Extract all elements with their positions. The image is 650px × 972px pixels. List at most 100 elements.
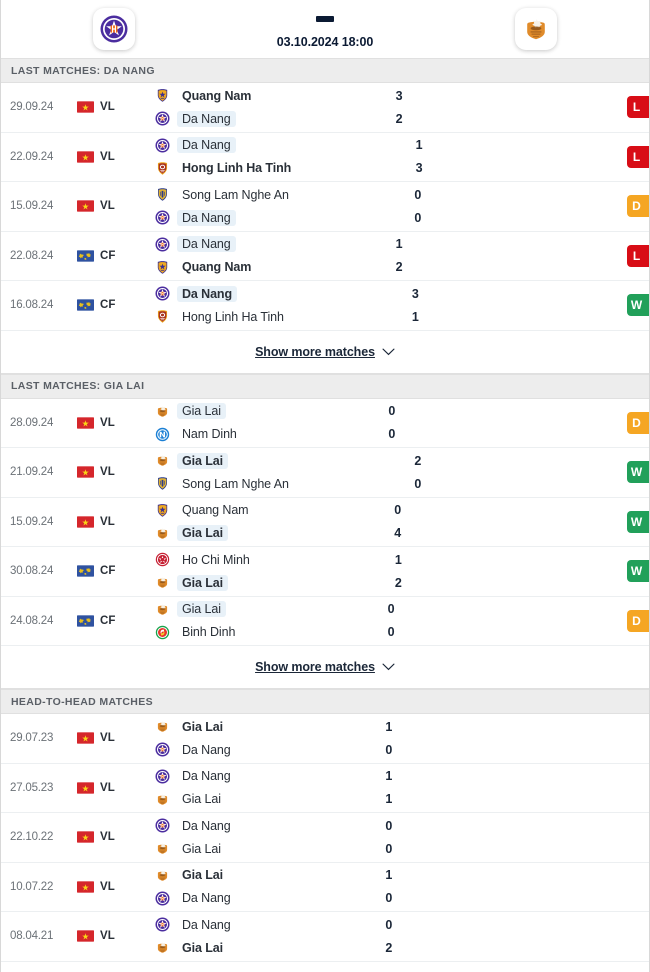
- match-row[interactable]: 27.05.23 VL Da Nang Gia Lai 1 1: [1, 763, 649, 813]
- match-row[interactable]: 28.09.24 VL Gia Lai Nam Dinh 0 0 D: [1, 398, 649, 448]
- home-team-line[interactable]: Quang Nam: [155, 88, 394, 104]
- home-score: 0: [387, 602, 395, 617]
- home-team-line[interactable]: Da Nang: [155, 818, 383, 834]
- away-team-name: Nam Dinh: [182, 427, 237, 442]
- match-row[interactable]: 29.09.24 VL Quang Nam Da Nang 3 2 L: [1, 83, 649, 133]
- match-row[interactable]: 08.04.21 VL Da Nang Gia Lai 0 2: [1, 912, 649, 962]
- away-team-name: Da Nang: [177, 110, 236, 127]
- competition-code: VL: [100, 150, 115, 163]
- home-team-line[interactable]: Gia Lai: [155, 601, 386, 618]
- quang-nam-crest-icon: [155, 503, 170, 518]
- match-preview-page: 03.10.2024 18:00 LAST MATCHES: DA NANG 29…: [0, 0, 650, 972]
- song-lam-nghe-an-crest-icon: [155, 476, 170, 491]
- away-team-line[interactable]: Quang Nam: [155, 259, 394, 275]
- home-team-name: Da Nang: [177, 236, 236, 253]
- match-row[interactable]: 15.09.24 VL Quang Nam Gia Lai 0 4 W: [1, 497, 649, 547]
- home-team-line[interactable]: Gia Lai: [155, 719, 383, 735]
- song-lam-nghe-an-crest-icon: [155, 187, 170, 202]
- home-team-line[interactable]: Da Nang: [155, 137, 414, 154]
- teams-cell: Da Nang Quang Nam: [139, 232, 394, 281]
- match-row[interactable]: 15.09.24 VL Song Lam Nghe An Da Nang 0 0 D: [1, 182, 649, 232]
- home-team-name: Gia Lai: [182, 868, 223, 883]
- away-team-line[interactable]: Da Nang: [155, 742, 383, 758]
- competition-code: VL: [100, 781, 115, 794]
- chevron-down-icon: [382, 663, 395, 671]
- away-team-line[interactable]: Da Nang: [155, 890, 383, 906]
- away-score: 2: [385, 940, 393, 955]
- score-cell: 32: [394, 83, 512, 132]
- da-nang-crest-icon: [100, 15, 128, 43]
- away-team-line[interactable]: Da Nang: [155, 209, 412, 226]
- home-team-line[interactable]: Da Nang: [155, 236, 394, 253]
- competition-code: VL: [100, 515, 115, 528]
- away-team-line[interactable]: Binh Dinh: [155, 624, 386, 640]
- vietnam-flag-icon: [77, 930, 94, 942]
- match-date: 27.05.23: [10, 781, 54, 794]
- away-team-line[interactable]: Da Nang: [155, 110, 394, 127]
- home-score: 2: [414, 453, 422, 468]
- match-row[interactable]: 24.08.24 CF Gia Lai Binh Dinh 0 0 D: [1, 596, 649, 646]
- away-team-line[interactable]: Gia Lai: [155, 791, 383, 807]
- score-cell: 10: [383, 714, 501, 763]
- teams-cell: Quang Nam Gia Lai: [139, 498, 392, 547]
- competition-code: VL: [100, 732, 115, 745]
- home-team-line[interactable]: Gia Lai: [155, 452, 412, 469]
- home-team-logo[interactable]: [93, 8, 135, 50]
- home-team-name: Da Nang: [182, 818, 231, 833]
- away-team-line[interactable]: Gia Lai: [155, 574, 393, 591]
- score-cell: 12: [393, 547, 511, 596]
- home-team-name: Da Nang: [182, 917, 231, 932]
- home-score: 0: [385, 818, 393, 833]
- match-row[interactable]: 30.08.24 CF Ho Chi Minh Gia Lai 1 2 W: [1, 547, 649, 597]
- away-score: 2: [395, 260, 403, 275]
- competition-code: CF: [100, 565, 116, 578]
- score-cell: 00: [412, 182, 530, 231]
- vietnam-flag-icon: [77, 782, 94, 794]
- da-nang-crest-icon: [155, 286, 170, 301]
- match-row[interactable]: 10.07.22 VL Gia Lai Da Nang 1 0: [1, 862, 649, 912]
- competition-code: CF: [100, 299, 116, 312]
- row-spacer: [501, 863, 649, 912]
- away-score: 0: [387, 625, 395, 640]
- show-more-matches-button[interactable]: Show more matches: [1, 646, 649, 689]
- match-row[interactable]: 16.08.24 CF Da Nang Hong Linh Ha Tinh 3 1 W: [1, 281, 649, 331]
- result-badge: L: [627, 145, 649, 168]
- show-more-label: Show more matches: [255, 344, 375, 359]
- result-badge: W: [627, 510, 649, 533]
- away-team-line[interactable]: Hong Linh Ha Tinh: [155, 309, 410, 325]
- home-team-line[interactable]: Quang Nam: [155, 502, 392, 518]
- home-score: 3: [411, 286, 419, 301]
- away-team-logo[interactable]: [515, 8, 557, 50]
- score-cell: 02: [383, 912, 501, 961]
- away-team-line[interactable]: Song Lam Nghe An: [155, 476, 412, 492]
- home-team-line[interactable]: Gia Lai: [155, 867, 383, 883]
- home-team-line[interactable]: Ho Chi Minh: [155, 552, 393, 568]
- away-team-line[interactable]: Gia Lai: [155, 841, 383, 857]
- away-team-line[interactable]: Gia Lai: [155, 940, 383, 956]
- match-row[interactable]: 22.08.24 CF Da Nang Quang Nam 1 2 L: [1, 231, 649, 281]
- vietnam-flag-icon: [77, 831, 94, 843]
- home-team-name: Quang Nam: [182, 503, 249, 518]
- teams-cell: Da Nang Gia Lai: [139, 912, 383, 961]
- quang-nam-crest-icon: [155, 260, 170, 275]
- home-team-name: Quang Nam: [182, 88, 252, 103]
- away-team-line[interactable]: Hong Linh Ha Tinh: [155, 160, 414, 176]
- home-team-line[interactable]: Gia Lai: [155, 403, 386, 420]
- away-team-line[interactable]: Nam Dinh: [155, 426, 386, 442]
- home-team-line[interactable]: Da Nang: [155, 285, 410, 302]
- home-team-line[interactable]: Song Lam Nghe An: [155, 187, 412, 203]
- home-team-line[interactable]: Da Nang: [155, 768, 383, 784]
- result-badge: D: [627, 195, 649, 218]
- home-team-line[interactable]: Da Nang: [155, 917, 383, 933]
- teams-cell: Song Lam Nghe An Da Nang: [139, 182, 412, 231]
- teams-cell: Da Nang Gia Lai: [139, 764, 383, 813]
- match-row[interactable]: 22.10.22 VL Da Nang Gia Lai 0 0: [1, 813, 649, 863]
- match-row[interactable]: 29.07.23 VL Gia Lai Da Nang 1 0: [1, 714, 649, 764]
- away-team-name: Gia Lai: [177, 574, 228, 591]
- show-more-matches-button[interactable]: Show more matches: [1, 330, 649, 374]
- score-cell: 12: [394, 232, 512, 281]
- match-row[interactable]: 22.09.24 VL Da Nang Hong Linh Ha Tinh 1 3 L: [1, 132, 649, 182]
- chevron-down-icon: [382, 348, 395, 356]
- match-row[interactable]: 21.09.24 VL Gia Lai Song Lam Nghe An 2 0 W: [1, 448, 649, 498]
- away-team-line[interactable]: Gia Lai: [155, 525, 392, 542]
